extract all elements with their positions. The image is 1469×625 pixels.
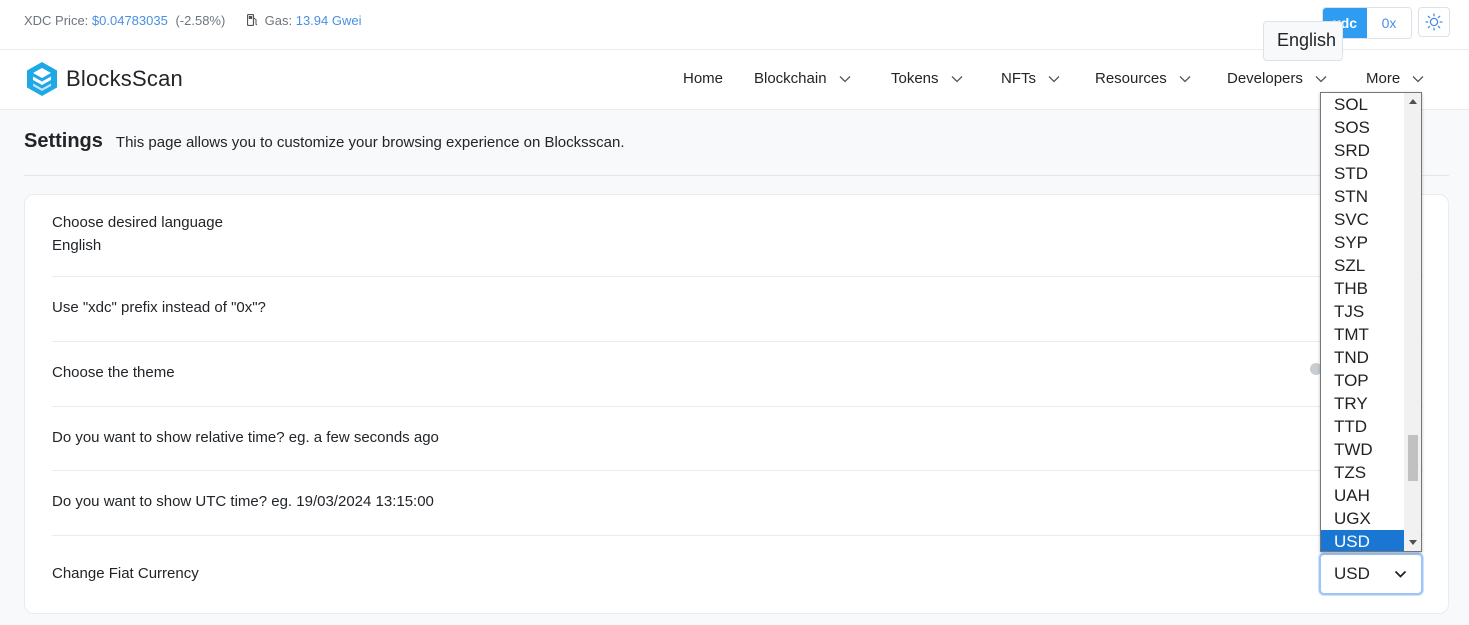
chevron-down-icon bbox=[1394, 570, 1407, 578]
theme-toggle-button[interactable] bbox=[1418, 7, 1450, 37]
scroll-up-arrow-icon[interactable] bbox=[1409, 99, 1417, 104]
chevron-down-icon bbox=[1179, 75, 1191, 82]
fiat-label: Change Fiat Currency bbox=[52, 565, 199, 582]
gas-label: Gas: bbox=[264, 13, 293, 28]
currency-option[interactable]: TMT bbox=[1321, 323, 1405, 346]
utc-time-label: Do you want to show UTC time? eg. 19/03/… bbox=[52, 493, 434, 510]
relative-time-label: Do you want to show relative time? eg. a… bbox=[52, 429, 439, 446]
currency-option[interactable]: TZS bbox=[1321, 461, 1405, 484]
price-value[interactable]: $0.04783035 bbox=[92, 13, 168, 28]
theme-label: Choose the theme bbox=[52, 364, 175, 381]
fiat-currency-select[interactable]: USD bbox=[1319, 553, 1423, 595]
currency-option[interactable]: SZL bbox=[1321, 254, 1405, 277]
fiat-currency-value: USD bbox=[1334, 564, 1370, 583]
gas-value[interactable]: 13.94 Gwei bbox=[296, 13, 362, 28]
language-select[interactable]: English bbox=[1263, 21, 1343, 61]
currency-option[interactable]: UGX bbox=[1321, 507, 1405, 530]
gas-pump-icon bbox=[247, 14, 258, 26]
settings-card: Choose desired language English Use "xdc… bbox=[24, 194, 1449, 614]
main-navbar: BlocksScan Home Blockchain Tokens NFTs R… bbox=[0, 50, 1469, 110]
nav-nfts[interactable]: NFTs bbox=[1001, 70, 1060, 87]
setting-row-theme: Choose the theme bbox=[52, 342, 1423, 407]
settings-header: Settings This page allows you to customi… bbox=[24, 130, 625, 153]
language-select-value: English bbox=[1277, 30, 1337, 50]
xdc-price: XDC Price: $0.04783035 (-2.58%) bbox=[24, 13, 225, 28]
chevron-down-icon bbox=[1048, 75, 1060, 82]
prefix-0x-button[interactable]: 0x bbox=[1367, 8, 1411, 38]
blocksscan-logo-icon bbox=[27, 62, 57, 96]
setting-row-fiat: Change Fiat Currency bbox=[52, 536, 1423, 614]
sun-icon bbox=[1425, 13, 1443, 31]
brand-logo[interactable]: BlocksScan bbox=[24, 61, 183, 97]
language-current-value: English bbox=[52, 237, 102, 254]
nav-home[interactable]: Home bbox=[683, 70, 723, 87]
scrollbar-thumb[interactable] bbox=[1408, 435, 1418, 481]
currency-option[interactable]: UAH bbox=[1321, 484, 1405, 507]
page-description: This page allows you to customize your b… bbox=[115, 134, 625, 151]
divider bbox=[24, 175, 1449, 176]
page-title: Settings bbox=[24, 130, 103, 152]
chevron-down-icon bbox=[951, 75, 962, 82]
currency-option[interactable]: TWD bbox=[1321, 438, 1405, 461]
currency-option[interactable]: TTD bbox=[1321, 415, 1405, 438]
setting-row-relative-time: Do you want to show relative time? eg. a… bbox=[52, 407, 1423, 471]
setting-row-prefix: Use "xdc" prefix instead of "0x"? bbox=[52, 277, 1423, 342]
language-label: Choose desired language bbox=[52, 214, 223, 231]
fiat-currency-dropdown: SOL SOS SRD STD STN SVC SYP SZL THB TJS … bbox=[1320, 92, 1422, 552]
nav-resources-label: Resources bbox=[1095, 70, 1167, 87]
currency-option[interactable]: STD bbox=[1321, 162, 1405, 185]
currency-option[interactable]: SRD bbox=[1321, 139, 1405, 162]
nav-nfts-label: NFTs bbox=[1001, 70, 1036, 87]
gas-info: Gas: 13.94 Gwei bbox=[247, 13, 361, 28]
brand-name: BlocksScan bbox=[66, 66, 183, 91]
currency-option[interactable]: THB bbox=[1321, 277, 1405, 300]
nav-blockchain-label: Blockchain bbox=[754, 70, 827, 87]
currency-option[interactable]: SOS bbox=[1321, 116, 1405, 139]
setting-row-utc-time: Do you want to show UTC time? eg. 19/03/… bbox=[52, 471, 1423, 536]
currency-option[interactable]: TJS bbox=[1321, 300, 1405, 323]
chevron-down-icon bbox=[839, 75, 851, 82]
top-bar: XDC Price: $0.04783035 (-2.58%) Gas: 13.… bbox=[0, 0, 1469, 50]
nav-resources[interactable]: Resources bbox=[1095, 70, 1191, 87]
nav-tokens[interactable]: Tokens bbox=[891, 70, 963, 87]
currency-option[interactable]: SOL bbox=[1321, 93, 1405, 116]
currency-option[interactable]: STN bbox=[1321, 185, 1405, 208]
nav-more-label: More bbox=[1366, 70, 1401, 87]
currency-option[interactable]: SYP bbox=[1321, 231, 1405, 254]
nav-more[interactable]: More bbox=[1366, 70, 1424, 87]
prefix-label: Use "xdc" prefix instead of "0x"? bbox=[52, 299, 266, 316]
main-content: Settings This page allows you to customi… bbox=[0, 110, 1469, 625]
nav-developers-label: Developers bbox=[1227, 70, 1303, 87]
dropdown-scrollbar[interactable] bbox=[1404, 93, 1421, 551]
nav-developers[interactable]: Developers bbox=[1227, 70, 1327, 87]
currency-option[interactable]: TND bbox=[1321, 346, 1405, 369]
currency-option[interactable]: SVC bbox=[1321, 208, 1405, 231]
price-label: XDC Price: bbox=[24, 13, 89, 28]
nav-blockchain[interactable]: Blockchain bbox=[754, 70, 851, 87]
scroll-down-arrow-icon[interactable] bbox=[1409, 540, 1417, 545]
nav-home-label: Home bbox=[683, 70, 724, 87]
currency-option[interactable]: TRY bbox=[1321, 392, 1405, 415]
setting-row-language: Choose desired language English bbox=[52, 195, 1423, 277]
nav-tokens-label: Tokens bbox=[891, 70, 939, 87]
currency-option[interactable]: TOP bbox=[1321, 369, 1405, 392]
chevron-down-icon bbox=[1315, 75, 1327, 82]
currency-option-selected[interactable]: USD bbox=[1321, 530, 1405, 551]
price-change: (-2.58%) bbox=[175, 13, 226, 28]
chevron-down-icon bbox=[1412, 75, 1424, 82]
